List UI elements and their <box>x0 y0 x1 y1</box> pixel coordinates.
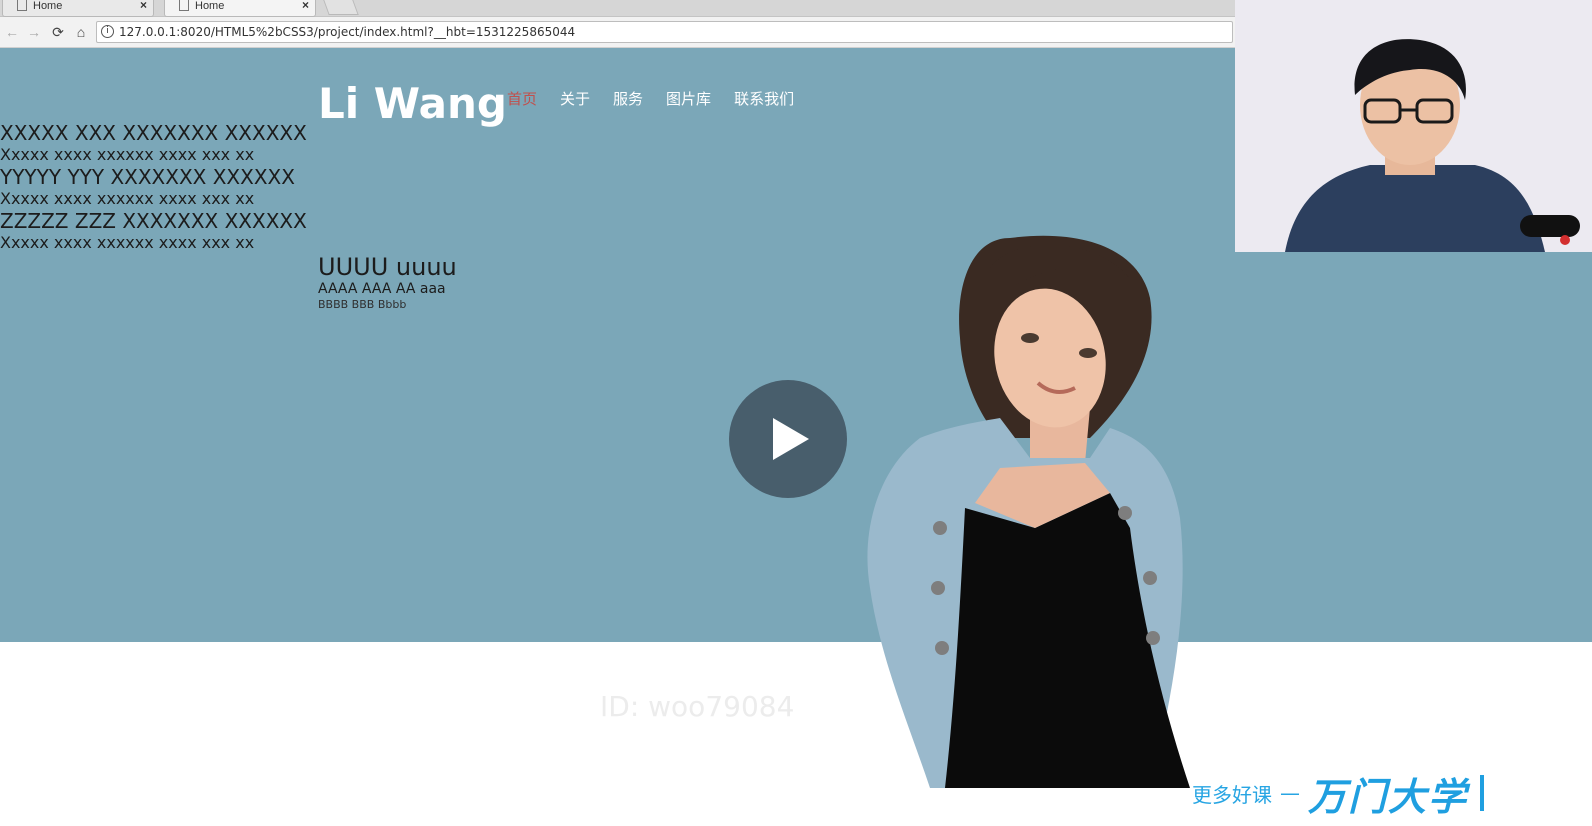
promo-banner[interactable]: 更多好课 — 万门大学 <box>1192 770 1485 819</box>
tab-title: Home <box>195 0 225 12</box>
tab-home-2[interactable]: Home × <box>164 0 316 17</box>
address-bar[interactable]: i 127.0.0.1:8020/HTML5%2bCSS3/project/in… <box>96 21 1233 43</box>
heading-tertiary: BBBB BBB Bbbb <box>318 298 407 311</box>
promo-text: 更多好课 <box>1192 782 1272 807</box>
heading-primary: UUUU uuuu <box>318 253 457 281</box>
promo-brand: 万门大学 <box>1308 774 1469 819</box>
play-button[interactable] <box>729 380 847 498</box>
presenter-video <box>1235 0 1592 252</box>
text-line: Xxxxx xxxx xxxxxx xxxx xxx xx <box>0 189 255 208</box>
url-text: 127.0.0.1:8020/HTML5%2bCSS3/project/inde… <box>119 25 576 39</box>
woman-photo <box>867 235 1190 788</box>
text-line: Xxxxx xxxx xxxxxx xxxx xxx xx <box>0 145 255 164</box>
info-icon[interactable]: i <box>101 25 114 38</box>
close-icon[interactable]: × <box>302 0 309 11</box>
text-line: Xxxxx xxxx xxxxxx xxxx xxx xx <box>0 233 255 252</box>
document-icon <box>17 0 27 11</box>
text-line: YYYYY YYY XXXXXXX XXXXXX <box>0 165 295 189</box>
main-nav: 首页 关于 服务 图片库 联系我们 <box>507 88 794 109</box>
tab-bar: Home × Home × <box>0 0 1235 17</box>
nav-item-home[interactable]: 首页 <box>507 88 537 109</box>
tab-home-1[interactable]: Home × <box>2 0 154 17</box>
nav-item-gallery[interactable]: 图片库 <box>666 88 711 109</box>
play-icon <box>773 418 809 460</box>
watermark-text: ID: woo79084 <box>600 690 795 723</box>
nav-item-about[interactable]: 关于 <box>560 88 590 109</box>
home-icon[interactable]: ⌂ <box>72 23 90 41</box>
reload-icon[interactable]: ⟳ <box>49 23 67 41</box>
heading-secondary: AAAA AAA AA aaa <box>318 281 446 297</box>
heading-block: UUUU uuuu AAAA AAA AA aaa BBBB BBB Bbbb <box>318 254 457 312</box>
new-tab-button[interactable] <box>323 0 359 15</box>
back-arrow-icon[interactable]: ← <box>3 23 21 41</box>
text-line: XXXXX XXX XXXXXXX XXXXXX <box>0 121 307 145</box>
nav-item-services[interactable]: 服务 <box>613 88 643 109</box>
document-icon <box>179 0 189 11</box>
browser-toolbar: ← → ⟳ ⌂ i 127.0.0.1:8020/HTML5%2bCSS3/pr… <box>0 17 1235 48</box>
forward-arrow-icon[interactable]: → <box>25 23 43 41</box>
nav-item-contact[interactable]: 联系我们 <box>734 88 794 109</box>
text-lines: XXXXX XXX XXXXXXX XXXXXX Xxxxx xxxx xxxx… <box>0 122 307 254</box>
promo-dash: — <box>1280 781 1300 805</box>
promo-bar <box>1480 775 1485 811</box>
text-line: ZZZZZ ZZZ XXXXXXX XXXXXX <box>0 209 307 233</box>
site-logo[interactable]: Li Wang <box>318 80 507 128</box>
tab-title: Home <box>33 0 63 12</box>
close-icon[interactable]: × <box>140 0 147 11</box>
webcam-overlay <box>1235 0 1592 252</box>
